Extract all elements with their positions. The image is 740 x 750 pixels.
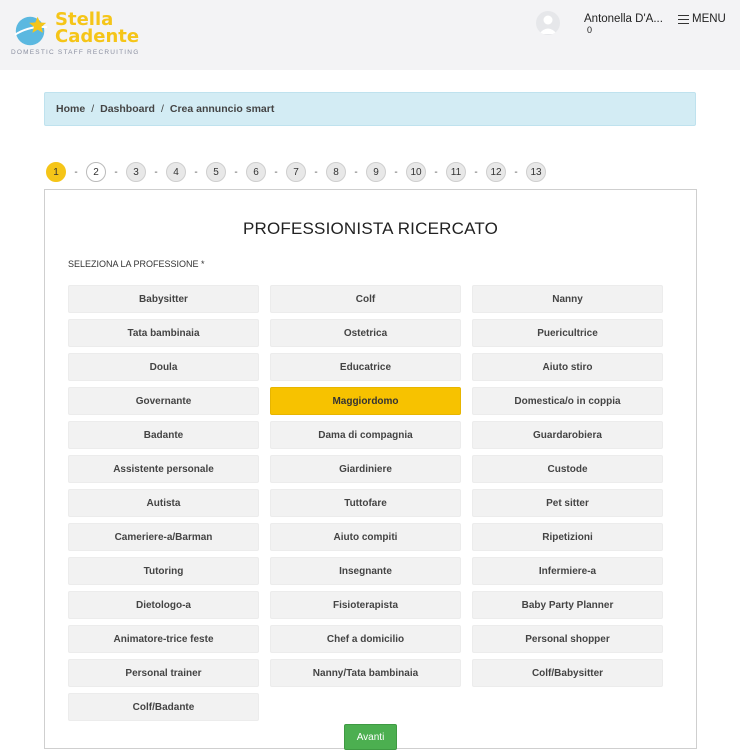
step-4[interactable]: 4 — [166, 162, 186, 182]
profession-option[interactable]: Personal shopper — [472, 625, 663, 653]
step-separator: - — [514, 166, 518, 178]
profession-option[interactable]: Personal trainer — [68, 659, 259, 687]
step-7[interactable]: 7 — [286, 162, 306, 182]
step-separator: - — [234, 166, 238, 178]
user-name[interactable]: Antonella D'A... — [584, 13, 663, 25]
breadcrumb-home[interactable]: Home — [56, 103, 85, 115]
user-count-badge: 0 — [587, 25, 593, 35]
breadcrumb: Home / Dashboard / Crea annuncio smart — [44, 92, 696, 126]
profession-option[interactable]: Cameriere-a/Barman — [68, 523, 259, 551]
profession-option[interactable]: Badante — [68, 421, 259, 449]
step-separator: - — [354, 166, 358, 178]
profession-option[interactable]: Animatore-trice feste — [68, 625, 259, 653]
profession-option[interactable]: Babysitter — [68, 285, 259, 313]
menu-button[interactable]: MENU — [678, 13, 726, 25]
profession-option[interactable]: Custode — [472, 455, 663, 483]
step-separator: - — [154, 166, 158, 178]
profession-option[interactable]: Nanny/Tata bambinaia — [270, 659, 461, 687]
profession-option[interactable]: Maggiordomo — [270, 387, 461, 415]
logo-text: Stella Cadente — [55, 11, 140, 47]
profession-option[interactable]: Pet sitter — [472, 489, 663, 517]
profession-options: Babysitter Colf Nanny Tata bambinaia Ostetri… — [68, 285, 663, 721]
profession-option[interactable]: Aiuto compiti — [270, 523, 461, 551]
top-header: Stella Cadente DOMESTIC STAFF RECRUITING… — [0, 0, 740, 70]
profession-field-label: SELEZIONA LA PROFESSIONE * — [68, 259, 205, 269]
profession-option[interactable]: Aiuto stiro — [472, 353, 663, 381]
step-2[interactable]: 2 — [86, 162, 106, 182]
step-9[interactable]: 9 — [366, 162, 386, 182]
profession-option[interactable]: Insegnante — [270, 557, 461, 585]
profession-option[interactable]: Chef a domicilio — [270, 625, 461, 653]
form-title: PROFESSIONISTA RICERCATO — [242, 219, 499, 238]
logo-line2: Cadente — [55, 26, 140, 47]
step-separator: - — [434, 166, 438, 178]
next-button[interactable]: Avanti — [344, 724, 397, 750]
breadcrumb-separator: / — [160, 103, 164, 115]
step-indicator: 1-2-3-4-5-6-7-8-9-10-11-12-13 — [46, 162, 546, 182]
step-separator: - — [194, 166, 198, 178]
profession-option[interactable]: Domestica/o in coppia — [472, 387, 663, 415]
step-separator: - — [74, 166, 78, 178]
profession-option[interactable]: Tuttofare — [270, 489, 461, 517]
logo[interactable]: Stella Cadente DOMESTIC STAFF RECRUITING — [10, 8, 139, 60]
profession-option[interactable]: Tata bambinaia — [68, 319, 259, 347]
menu-label: MENU — [692, 13, 726, 25]
profession-option[interactable]: Doula — [68, 353, 259, 381]
profession-option[interactable]: Infermiere-a — [472, 557, 663, 585]
hamburger-icon — [678, 14, 689, 24]
step-13[interactable]: 13 — [526, 162, 546, 182]
profession-option[interactable]: Ostetrica — [270, 319, 461, 347]
profession-option[interactable]: Assistente personale — [68, 455, 259, 483]
step-5[interactable]: 5 — [206, 162, 226, 182]
breadcrumb-dashboard[interactable]: Dashboard — [100, 103, 155, 115]
profession-option[interactable]: Giardiniere — [270, 455, 461, 483]
step-8[interactable]: 8 — [326, 162, 346, 182]
step-1[interactable]: 1 — [46, 162, 66, 182]
profession-option[interactable]: Fisioterapista — [270, 591, 461, 619]
step-separator: - — [114, 166, 118, 178]
step-separator: - — [274, 166, 278, 178]
profession-option[interactable]: Colf — [270, 285, 461, 313]
step-10[interactable]: 10 — [406, 162, 426, 182]
step-6[interactable]: 6 — [246, 162, 266, 182]
step-3[interactable]: 3 — [126, 162, 146, 182]
profession-option[interactable]: Autista — [68, 489, 259, 517]
step-separator: - — [394, 166, 398, 178]
user-avatar-icon[interactable] — [536, 11, 560, 35]
step-separator: - — [474, 166, 478, 178]
profession-option[interactable]: Tutoring — [68, 557, 259, 585]
profession-option[interactable]: Puericultrice — [472, 319, 663, 347]
step-separator: - — [314, 166, 318, 178]
profession-option[interactable]: Governante — [68, 387, 259, 415]
profession-option[interactable]: Ripetizioni — [472, 523, 663, 551]
profession-option[interactable]: Dietologo-a — [68, 591, 259, 619]
breadcrumb-current: Crea annuncio smart — [169, 103, 275, 115]
logo-tagline: DOMESTIC STAFF RECRUITING — [11, 49, 140, 56]
profession-option[interactable]: Colf/Badante — [68, 693, 259, 721]
star-planet-logo-icon — [14, 16, 48, 46]
profession-option[interactable]: Dama di compagnia — [270, 421, 461, 449]
form-card: PROFESSIONISTA RICERCATO SELEZIONA LA PR… — [44, 189, 697, 750]
breadcrumb-separator: / — [91, 103, 95, 115]
profession-option[interactable]: Baby Party Planner — [472, 591, 663, 619]
step-12[interactable]: 12 — [486, 162, 506, 182]
step-11[interactable]: 11 — [446, 162, 466, 182]
profession-option[interactable]: Guardarobiera — [472, 421, 663, 449]
profession-option[interactable]: Nanny — [472, 285, 663, 313]
profession-option[interactable]: Educatrice — [270, 353, 461, 381]
profession-option[interactable]: Colf/Babysitter — [472, 659, 663, 687]
